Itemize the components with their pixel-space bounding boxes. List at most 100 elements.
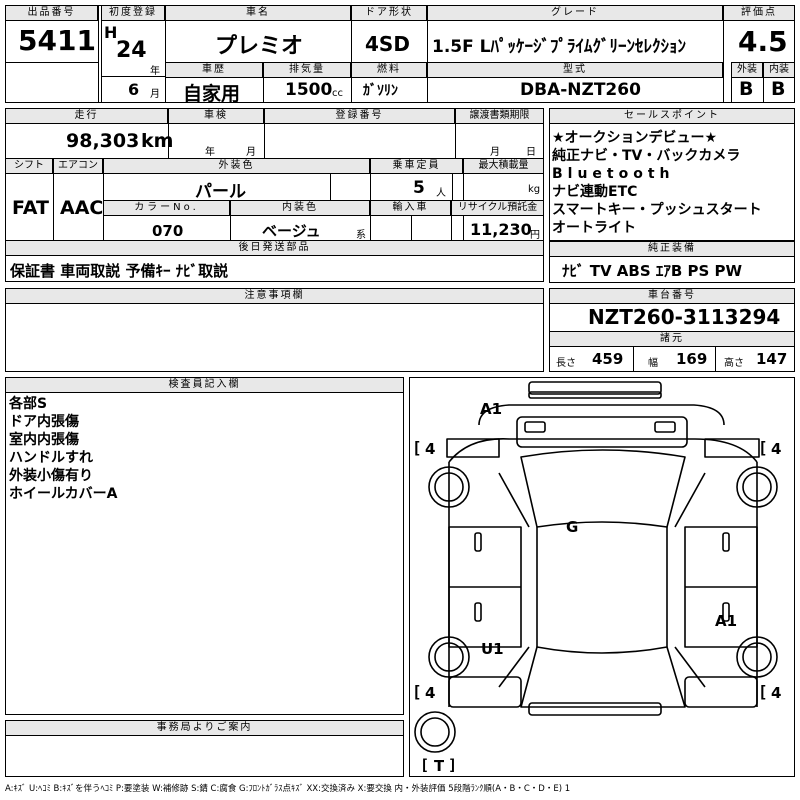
car-name-header: 車名 [165,5,351,21]
interior-score: B [771,78,786,100]
year-unit: 年 [150,66,160,77]
tire-rear-right: 4 [771,684,782,702]
chassis-header: 車台番号 [549,288,795,304]
spare-bracket-close: ] [448,756,458,774]
height-label: 高さ [724,358,744,369]
reg-year: 24 [116,38,147,63]
sales-point: スマートキー・プッシュスタート [552,202,762,218]
rear-glass-outline [520,646,686,708]
inspector-note: ドア内張傷 [9,414,79,430]
spare-bracket-open: [ [420,756,430,774]
legend: A:ｷｽﾞ U:ﾍｺﾐ B:ｷｽﾞを伴うﾍｺﾐ P:要塗装 W:補修跡 S:錆 … [5,784,571,794]
capacity-unit: 人 [436,188,446,199]
inspection-month-unit: 月 [246,147,256,158]
car-diagram [414,381,778,753]
model-header: 型式 [427,62,723,78]
body-sides [448,462,758,707]
door-header: ドア形状 [351,5,427,21]
exterior-score: B [739,78,754,100]
length-label: 長さ [556,358,576,369]
transfer-header: 譲渡書類期限 [455,108,544,124]
color-no: 070 [152,222,184,240]
chassis-no: NZT260-3113294 [588,305,781,329]
capacity: 5 [413,178,425,198]
mileage: 98,303 [66,130,140,152]
front-bumper-inner [528,391,662,399]
inspector-note: 外装小傷有り [9,468,93,484]
recycle-unit: 円 [530,230,540,241]
transfer-month-unit: 月 [490,147,500,158]
mark-front-bumper: A1 [480,400,503,418]
inspection-year-unit: 年 [205,147,215,158]
width: 169 [676,350,708,368]
tire-front-right-bracket: [ [758,438,768,457]
history-header: 車歴 [165,62,263,78]
shift: FAT [12,197,49,219]
reg-month: 6 [128,80,140,99]
grade: 1.5F Lﾊﾟｯｹｰｼﾞﾌﾟﾗｲﾑｸﾞﾘｰﾝｾﾚｸｼｮﾝ [432,37,686,57]
color-no-header: カラーNo. [103,200,230,216]
recycle: 11,230 [470,220,532,239]
car-name: プレミオ [215,34,304,59]
displacement: 1500 [285,80,333,100]
fuel: ｶﾞｿﾘﾝ [363,83,398,99]
inspector-note: ハンドルすれ [9,450,93,466]
tire-spare: T [434,757,445,775]
tire-front-left-bracket: [ [412,438,422,457]
sales-point: ナビ連動ETC [552,184,638,200]
inspector-note: 各部S [9,396,48,412]
import-header: 輸入車 [370,200,451,216]
lot-no: 5411 [18,24,96,57]
score: 4.5 [738,25,788,58]
displacement-unit: cc [332,88,343,99]
sales-point: ★オークションデビュー★ [552,130,718,146]
fuel-header: 燃料 [351,62,427,78]
lot-no-header: 出品番号 [5,5,98,21]
sales-points-header: セールスポイント [549,108,795,124]
door-type: 4SD [365,32,410,56]
later-parts-header: 後日発送部品 [5,240,544,256]
mark-glass: G [566,518,579,536]
width-label: 幅 [648,358,658,369]
inspector-note: ホイールカバーA [9,486,118,502]
int-color-header: 内装色 [230,200,370,216]
month-unit: 月 [150,89,160,100]
shift-header: シフト [5,158,53,174]
first-reg-header: 初度登録 [101,5,165,21]
mileage-header: 走行 [5,108,168,124]
ac-header: エアコン [53,158,103,174]
tire-rear-right-bracket: [ [758,682,768,701]
ac: AAC [60,197,104,219]
inspector-note: 室内内張傷 [9,432,79,448]
transfer-day-unit: 日 [526,147,536,158]
tire-rear-left-bracket: [ [412,682,422,701]
model: DBA-NZT260 [520,80,641,100]
mark-rear-left-door: U1 [481,640,504,658]
ext-color-header: 外装色 [103,158,370,174]
length: 459 [592,350,624,368]
displacement-header: 排気量 [263,62,351,78]
grade-header: グレード [427,5,723,21]
later-parts: 保証書 車両取説 予備ｷｰ ﾅﾋﾞ取説 [10,262,229,280]
office-header: 事務局よりご案内 [5,720,404,736]
recycle-header: リサイクル預託金 [451,200,544,216]
inspector-header: 検査員記入欄 [5,377,404,393]
mark-rear-right-door: A1 [715,612,738,630]
equipment-header: 純正装備 [549,241,795,257]
inspector-notes: 各部S ドア内張傷 室内内張傷 ハンドルすれ 外装小傷有り ホイールカバーA [9,395,117,503]
exterior-header: 外装 [731,62,763,78]
caution-header: 注意事項欄 [5,288,544,304]
glass-outline [520,449,686,528]
tire-front-right: 4 [771,440,782,458]
tire-rear-left: 4 [425,684,436,702]
ext-color: パール [195,182,246,202]
int-color: ベージュ [262,222,321,240]
tire-front-left: 4 [425,440,436,458]
score-header: 評価点 [723,5,795,21]
height: 147 [756,350,788,368]
sales-point: Bluetooth [552,166,675,182]
equipment: ﾅﾋﾞ TV ABS ｴｱB PS PW [562,262,743,280]
sales-points-list: ★オークションデビュー★ 純正ナビ・TV・バックカメラ Bluetooth ナビ… [552,129,792,237]
sales-point: オートライト [552,220,636,236]
inspection-header: 車検 [168,108,264,124]
